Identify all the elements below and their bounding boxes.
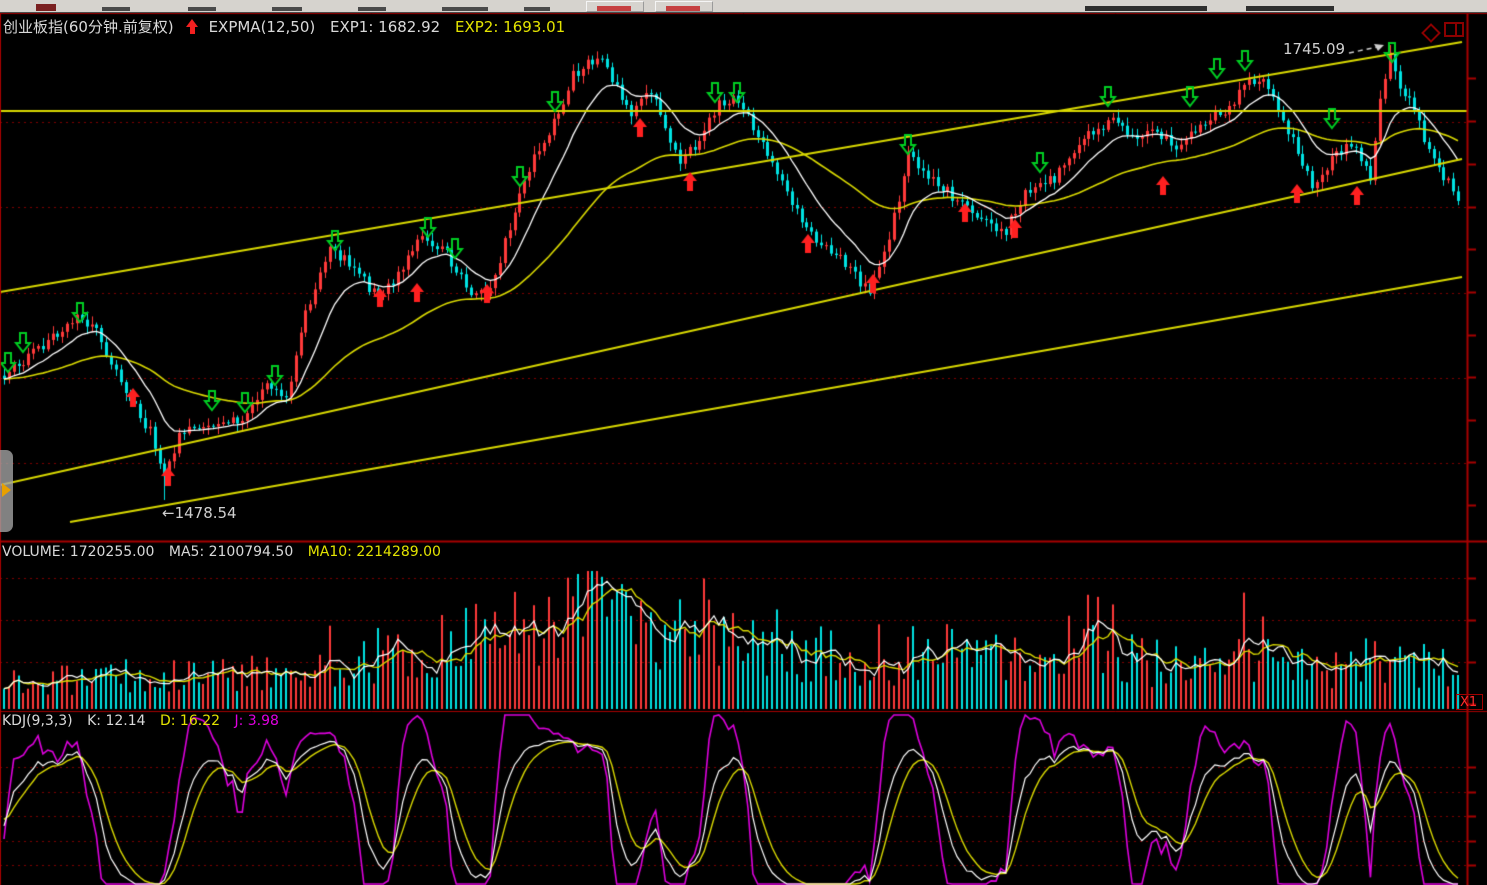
sidebar-expand-handle[interactable]	[0, 450, 13, 532]
high-price-annotation: 1745.09	[1283, 40, 1345, 58]
panel-badge[interactable]: X1	[1456, 694, 1483, 710]
kdj-k-value: K: 12.14	[87, 713, 145, 729]
app-logo-icon[interactable]	[36, 4, 56, 11]
main-chart-header: 创业板指(60分钟.前复权) EXPMA(12,50) EXP1: 1682.92…	[3, 16, 575, 37]
volume-ma10: MA10: 2214289.00	[308, 544, 441, 560]
volume-value[interactable]: VOLUME: 1720255.00	[2, 544, 154, 560]
exp1-value: EXP1: 1682.92	[330, 18, 440, 36]
menu-item[interactable]	[524, 7, 550, 11]
menu-item[interactable]	[188, 7, 216, 11]
split-window-icon[interactable]	[1444, 22, 1464, 37]
volume-panel-header: VOLUME: 1720255.00 MA5: 2100794.50 MA10:…	[2, 544, 451, 560]
menu-item[interactable]	[442, 7, 488, 11]
trading-app-window: 创业板指(60分钟.前复权) EXPMA(12,50) EXP1: 1682.92…	[0, 0, 1487, 885]
volume-ma5: MA5: 2100794.50	[169, 544, 293, 560]
kdj-label[interactable]: KDJ(9,3,3)	[2, 713, 73, 729]
menu-button-red-1[interactable]	[586, 1, 644, 12]
exp2-value: EXP2: 1693.01	[455, 18, 565, 36]
red-up-arrow-icon	[186, 19, 199, 34]
chart-canvas[interactable]	[0, 0, 1487, 885]
kdj-d-value: D: 16.22	[160, 713, 220, 729]
menu-item[interactable]	[102, 7, 130, 11]
kdj-panel-header: KDJ(9,3,3) K: 12.14 D: 16.22 J: 3.98	[2, 713, 289, 729]
menu-bar	[0, 0, 1487, 13]
menu-button-red-2[interactable]	[655, 1, 713, 12]
menu-right-text	[1246, 6, 1334, 11]
menu-item[interactable]	[358, 7, 386, 11]
indicator-label[interactable]: EXPMA(12,50)	[209, 18, 316, 36]
chart-title: 创业板指(60分钟.前复权)	[3, 18, 174, 36]
low-price-annotation: ←1478.54	[162, 504, 237, 522]
menu-right-text	[1085, 6, 1207, 11]
kdj-j-value: J: 3.98	[234, 713, 278, 729]
menu-item[interactable]	[272, 7, 302, 11]
